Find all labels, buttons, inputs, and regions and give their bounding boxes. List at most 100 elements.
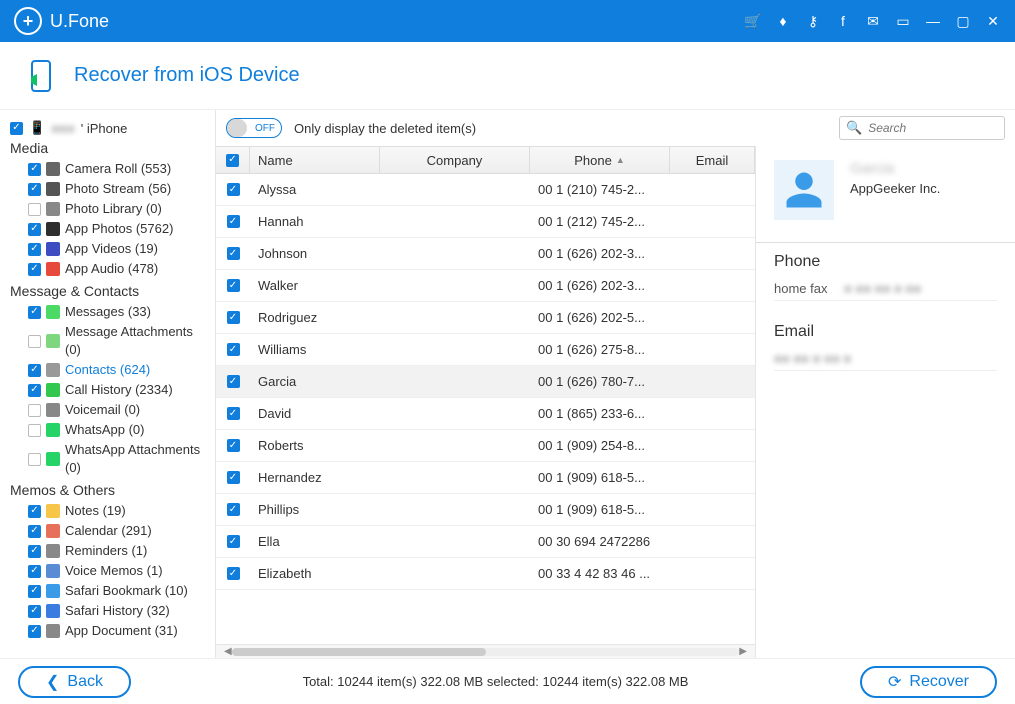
sidebar-item-pstream[interactable]: Photo Stream (56) [10, 179, 207, 199]
row-checkbox[interactable] [227, 247, 240, 260]
row-checkbox[interactable] [227, 471, 240, 484]
sidebar-item-sbm[interactable]: Safari Bookmark (10) [10, 581, 207, 601]
table-row[interactable]: Garcia00 1 (626) 780-7... [216, 366, 755, 398]
checkbox[interactable] [28, 243, 41, 256]
sidebar-item-avideos[interactable]: App Videos (19) [10, 239, 207, 259]
checkbox[interactable] [28, 183, 41, 196]
checkbox[interactable] [28, 163, 41, 176]
back-button[interactable]: ❮ Back [18, 666, 131, 698]
row-checkbox[interactable] [227, 439, 240, 452]
table-row[interactable]: David00 1 (865) 233-6... [216, 398, 755, 430]
table-row[interactable]: Johnson00 1 (626) 202-3... [216, 238, 755, 270]
sidebar-item-aphotos[interactable]: App Photos (5762) [10, 219, 207, 239]
table-row[interactable]: Alyssa00 1 (210) 745-2... [216, 174, 755, 206]
sidebar-item-messages[interactable]: Messages (33) [10, 302, 207, 322]
checkbox[interactable] [28, 525, 41, 538]
table-row[interactable]: Williams00 1 (626) 275-8... [216, 334, 755, 366]
feedback-icon[interactable]: ✉ [865, 13, 881, 29]
table-row[interactable]: Elizabeth00 33 4 42 83 46 ... [216, 558, 755, 590]
checkbox[interactable] [28, 263, 41, 276]
checkbox[interactable] [28, 605, 41, 618]
cell-name: Ella [250, 534, 380, 549]
row-checkbox[interactable] [227, 535, 240, 548]
checkbox[interactable] [28, 404, 41, 417]
checkbox[interactable] [28, 306, 41, 319]
checkbox[interactable] [28, 335, 41, 348]
maximize-icon[interactable]: ▢ [955, 13, 971, 29]
message-icon[interactable]: ▭ [895, 13, 911, 29]
sidebar-item-plib[interactable]: Photo Library (0) [10, 199, 207, 219]
device-checkbox[interactable] [10, 122, 23, 135]
row-checkbox[interactable] [227, 183, 240, 196]
table-row[interactable]: Ella00 30 694 2472286 [216, 526, 755, 558]
waatt-icon [46, 452, 60, 466]
cell-name: Elizabeth [250, 566, 380, 581]
col-phone[interactable]: Phone▲ [530, 147, 670, 173]
table-row[interactable]: Phillips00 1 (909) 618-5... [216, 494, 755, 526]
row-checkbox[interactable] [227, 567, 240, 580]
row-checkbox[interactable] [227, 407, 240, 420]
minimize-icon[interactable]: — [925, 13, 941, 29]
table-row[interactable]: Rodriguez00 1 (626) 202-5... [216, 302, 755, 334]
checkbox[interactable] [28, 384, 41, 397]
checkbox[interactable] [28, 565, 41, 578]
col-name[interactable]: Name [250, 147, 380, 173]
col-email[interactable]: Email [670, 147, 755, 173]
sidebar-item-vmemos[interactable]: Voice Memos (1) [10, 561, 207, 581]
sidebar-item-reminders[interactable]: Reminders (1) [10, 541, 207, 561]
sidebar-section-header: Memos & Others [10, 482, 207, 498]
checkbox[interactable] [28, 424, 41, 437]
row-checkbox[interactable] [227, 503, 240, 516]
sidebar-item-waatt[interactable]: WhatsApp Attachments (0) [10, 440, 207, 478]
checkbox[interactable] [28, 545, 41, 558]
cart-icon[interactable]: 🛒 [745, 13, 761, 29]
col-company[interactable]: Company [380, 147, 530, 173]
checkbox[interactable] [28, 203, 41, 216]
checkbox[interactable] [28, 625, 41, 638]
sidebar-item-contacts[interactable]: Contacts (624) [10, 360, 207, 380]
table-body[interactable]: Alyssa00 1 (210) 745-2...Hannah00 1 (212… [216, 174, 755, 644]
checkbox[interactable] [28, 364, 41, 377]
recover-button[interactable]: ⟳ Recover [860, 666, 997, 698]
row-checkbox[interactable] [227, 343, 240, 356]
horizontal-scrollbar[interactable]: ◀ ▶ [216, 644, 755, 658]
sidebar-item-label: Safari History (32) [65, 602, 170, 620]
footer: ❮ Back Total: 10244 item(s) 322.08 MB se… [0, 658, 1015, 704]
sidebar-item-camera[interactable]: Camera Roll (553) [10, 159, 207, 179]
sidebar-item-notes[interactable]: Notes (19) [10, 501, 207, 521]
row-checkbox[interactable] [227, 311, 240, 324]
checkbox[interactable] [28, 585, 41, 598]
device-row[interactable]: 📱 ■■■ ' iPhone [10, 120, 207, 136]
sidebar-item-callhist[interactable]: Call History (2334) [10, 380, 207, 400]
row-checkbox[interactable] [227, 375, 240, 388]
checkbox[interactable] [28, 223, 41, 236]
select-all-checkbox[interactable] [226, 154, 239, 167]
sidebar-item-calendar[interactable]: Calendar (291) [10, 521, 207, 541]
sidebar-item-adoc[interactable]: App Document (31) [10, 621, 207, 641]
sidebar-item-aaudio[interactable]: App Audio (478) [10, 259, 207, 279]
table-row[interactable]: Walker00 1 (626) 202-3... [216, 270, 755, 302]
sidebar-section-header: Message & Contacts [10, 283, 207, 299]
cell-phone: 00 1 (626) 780-7... [530, 374, 670, 389]
search-box[interactable]: 🔍 [839, 116, 1005, 140]
deleted-only-toggle[interactable]: OFF [226, 118, 282, 138]
key-icon[interactable]: ⚷ [805, 13, 821, 29]
sidebar-item-shist[interactable]: Safari History (32) [10, 601, 207, 621]
diamond-icon[interactable]: ♦ [775, 13, 791, 29]
sidebar-item-voicemail[interactable]: Voicemail (0) [10, 400, 207, 420]
close-icon[interactable]: ✕ [985, 13, 1001, 29]
facebook-icon[interactable]: f [835, 13, 851, 29]
sidebar-item-msgatt[interactable]: Message Attachments (0) [10, 322, 207, 360]
cell-phone: 00 1 (909) 618-5... [530, 502, 670, 517]
sidebar-item-wa[interactable]: WhatsApp (0) [10, 420, 207, 440]
detail-company: AppGeeker Inc. [850, 181, 940, 196]
row-checkbox[interactable] [227, 215, 240, 228]
checkbox[interactable] [28, 505, 41, 518]
row-checkbox[interactable] [227, 279, 240, 292]
table-row[interactable]: Hernandez00 1 (909) 618-5... [216, 462, 755, 494]
search-input[interactable] [868, 121, 998, 135]
checkbox[interactable] [28, 453, 41, 466]
table-row[interactable]: Hannah00 1 (212) 745-2... [216, 206, 755, 238]
table-row[interactable]: Roberts00 1 (909) 254-8... [216, 430, 755, 462]
cell-name: Johnson [250, 246, 380, 261]
